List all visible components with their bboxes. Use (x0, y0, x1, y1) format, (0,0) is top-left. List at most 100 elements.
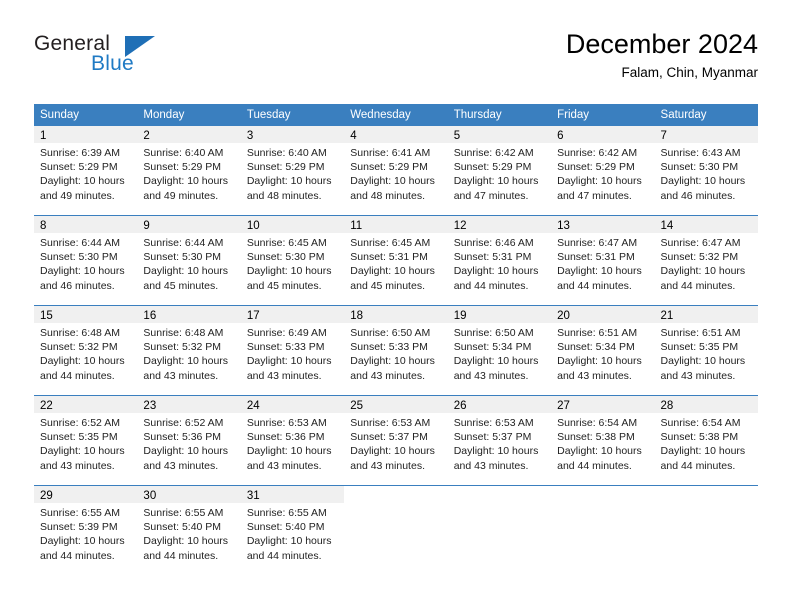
weekday-thursday: Thursday (453, 109, 502, 121)
sunrise-text: Sunrise: 6:55 AM (143, 507, 224, 519)
day-cell[interactable]: 28 Sunrise: 6:54 AM Sunset: 5:38 PM Dayl… (654, 396, 758, 485)
day-info: Sunrise: 6:53 AM Sunset: 5:36 PM Dayligh… (241, 413, 344, 473)
sunrise-text: Sunrise: 6:53 AM (453, 417, 534, 429)
day-number: 7 (660, 130, 667, 142)
day-info: Sunrise: 6:52 AM Sunset: 5:35 PM Dayligh… (34, 413, 137, 473)
page-subtitle: Falam, Chin, Myanmar (621, 65, 758, 80)
daylight-text-line1: Daylight: 10 hours (453, 355, 539, 368)
day-cell[interactable]: 21 Sunrise: 6:51 AM Sunset: 5:35 PM Dayl… (654, 306, 758, 395)
day-number-band: 10 (240, 216, 345, 233)
day-cell-empty (551, 486, 655, 575)
sunrise-text: Sunrise: 6:46 AM (453, 237, 534, 249)
sunset-text: Sunset: 5:31 PM (350, 251, 428, 264)
day-cell[interactable]: 22 Sunrise: 6:52 AM Sunset: 5:35 PM Dayl… (34, 396, 138, 485)
sunset-text: Sunset: 5:29 PM (246, 161, 325, 174)
day-info: Sunrise: 6:49 AM Sunset: 5:33 PM Dayligh… (241, 323, 344, 383)
logo-secondary-text: Blue (91, 52, 134, 75)
sunrise-text: Sunrise: 6:55 AM (246, 507, 327, 519)
day-cell[interactable]: 16 Sunrise: 6:48 AM Sunset: 5:32 PM Dayl… (137, 306, 241, 395)
sunrise-text: Sunrise: 6:53 AM (350, 417, 431, 429)
day-info: Sunrise: 6:55 AM Sunset: 5:40 PM Dayligh… (137, 503, 240, 563)
day-info: Sunrise: 6:48 AM Sunset: 5:32 PM Dayligh… (34, 323, 137, 383)
day-number-band: 15 (34, 306, 138, 323)
day-cell-empty (344, 486, 448, 575)
daylight-text-line2: and 44 minutes. (246, 549, 322, 562)
day-cell[interactable]: 23 Sunrise: 6:52 AM Sunset: 5:36 PM Dayl… (137, 396, 241, 485)
sunset-text: Sunset: 5:30 PM (40, 251, 118, 264)
day-cell[interactable]: 9 Sunrise: 6:44 AM Sunset: 5:30 PM Dayli… (137, 216, 241, 305)
day-cell[interactable]: 26 Sunrise: 6:53 AM Sunset: 5:37 PM Dayl… (447, 396, 552, 485)
day-cell[interactable]: 7 Sunrise: 6:43 AM Sunset: 5:30 PM Dayli… (654, 126, 758, 215)
day-cell[interactable]: 27 Sunrise: 6:54 AM Sunset: 5:38 PM Dayl… (551, 396, 655, 485)
sunrise-text: Sunrise: 6:41 AM (350, 147, 431, 159)
day-cell[interactable]: 17 Sunrise: 6:49 AM Sunset: 5:33 PM Dayl… (240, 306, 345, 395)
day-number: 20 (557, 310, 570, 322)
day-cell[interactable]: 12 Sunrise: 6:46 AM Sunset: 5:31 PM Dayl… (447, 216, 552, 305)
day-number-band: 2 (137, 126, 241, 143)
daylight-text-line1: Daylight: 10 hours (557, 175, 642, 188)
sunrise-text: Sunrise: 6:54 AM (660, 417, 741, 429)
day-info: Sunrise: 6:43 AM Sunset: 5:30 PM Dayligh… (655, 143, 758, 203)
day-cell[interactable]: 6 Sunrise: 6:42 AM Sunset: 5:29 PM Dayli… (551, 126, 655, 215)
daylight-text-line1: Daylight: 10 hours (557, 265, 642, 278)
sunrise-text: Sunrise: 6:52 AM (40, 417, 120, 429)
day-cell[interactable]: 19 Sunrise: 6:50 AM Sunset: 5:34 PM Dayl… (447, 306, 552, 395)
sunset-text: Sunset: 5:35 PM (660, 341, 739, 354)
day-number-band: 11 (344, 216, 448, 233)
day-cell[interactable]: 29 Sunrise: 6:55 AM Sunset: 5:39 PM Dayl… (34, 486, 138, 575)
day-cell[interactable]: 25 Sunrise: 6:53 AM Sunset: 5:37 PM Dayl… (344, 396, 448, 485)
day-cell[interactable]: 20 Sunrise: 6:51 AM Sunset: 5:34 PM Dayl… (551, 306, 655, 395)
week-row: 15 Sunrise: 6:48 AM Sunset: 5:32 PM Dayl… (34, 306, 758, 396)
sunset-text: Sunset: 5:40 PM (246, 521, 325, 534)
sunset-text: Sunset: 5:29 PM (143, 161, 222, 174)
day-number-band: 23 (137, 396, 241, 413)
daylight-text-line1: Daylight: 10 hours (246, 535, 332, 548)
day-info: Sunrise: 6:42 AM Sunset: 5:29 PM Dayligh… (448, 143, 551, 203)
weekday-sunday: Sunday (40, 109, 80, 121)
day-number: 3 (246, 130, 254, 142)
day-number: 30 (143, 490, 157, 502)
day-cell[interactable]: 11 Sunrise: 6:45 AM Sunset: 5:31 PM Dayl… (344, 216, 448, 305)
page-header: General Blue December 2024 Falam, Chin, … (34, 28, 758, 94)
daylight-text-line2: and 44 minutes. (557, 459, 632, 472)
day-cell[interactable]: 4 Sunrise: 6:41 AM Sunset: 5:29 PM Dayli… (344, 126, 448, 215)
day-info: Sunrise: 6:53 AM Sunset: 5:37 PM Dayligh… (344, 413, 447, 473)
day-cell[interactable]: 5 Sunrise: 6:42 AM Sunset: 5:29 PM Dayli… (447, 126, 552, 215)
day-number: 1 (40, 130, 47, 142)
day-cell[interactable]: 1 Sunrise: 6:39 AM Sunset: 5:29 PM Dayli… (34, 126, 138, 215)
daylight-text-line2: and 43 minutes. (143, 459, 219, 472)
sunset-text: Sunset: 5:32 PM (40, 341, 118, 354)
daylight-text-line1: Daylight: 10 hours (453, 445, 539, 458)
day-cell[interactable]: 2 Sunrise: 6:40 AM Sunset: 5:29 PM Dayli… (137, 126, 241, 215)
day-number-band: 31 (240, 486, 345, 503)
day-number: 5 (453, 130, 461, 142)
daylight-text-line2: and 49 minutes. (143, 189, 219, 202)
day-cell[interactable]: 31 Sunrise: 6:55 AM Sunset: 5:40 PM Dayl… (240, 486, 345, 575)
day-info: Sunrise: 6:40 AM Sunset: 5:29 PM Dayligh… (137, 143, 240, 203)
day-cell[interactable]: 8 Sunrise: 6:44 AM Sunset: 5:30 PM Dayli… (34, 216, 138, 305)
day-cell[interactable]: 15 Sunrise: 6:48 AM Sunset: 5:32 PM Dayl… (34, 306, 138, 395)
week-row: 1 Sunrise: 6:39 AM Sunset: 5:29 PM Dayli… (34, 126, 758, 216)
day-number: 22 (40, 400, 53, 412)
day-number-band: 17 (240, 306, 345, 323)
day-number: 18 (350, 310, 364, 322)
day-cell[interactable]: 14 Sunrise: 6:47 AM Sunset: 5:32 PM Dayl… (654, 216, 758, 305)
day-cell[interactable]: 18 Sunrise: 6:50 AM Sunset: 5:33 PM Dayl… (344, 306, 448, 395)
day-number: 23 (143, 400, 157, 412)
day-cell[interactable]: 3 Sunrise: 6:40 AM Sunset: 5:29 PM Dayli… (240, 126, 345, 215)
day-number: 21 (660, 310, 674, 322)
day-number: 2 (143, 130, 150, 142)
day-number: 13 (557, 220, 570, 232)
daylight-text-line1: Daylight: 10 hours (246, 445, 332, 458)
daylight-text-line1: Daylight: 10 hours (40, 445, 125, 458)
day-number-band: 6 (551, 126, 655, 143)
day-number-band: 14 (654, 216, 758, 233)
day-cell[interactable]: 13 Sunrise: 6:47 AM Sunset: 5:31 PM Dayl… (551, 216, 655, 305)
daylight-text-line2: and 48 minutes. (350, 189, 425, 202)
general-blue-logo: General Blue (34, 32, 264, 88)
day-cell[interactable]: 30 Sunrise: 6:55 AM Sunset: 5:40 PM Dayl… (137, 486, 241, 575)
day-cell[interactable]: 10 Sunrise: 6:45 AM Sunset: 5:30 PM Dayl… (240, 216, 345, 305)
day-cell[interactable]: 24 Sunrise: 6:53 AM Sunset: 5:36 PM Dayl… (240, 396, 345, 485)
day-number-band: 26 (447, 396, 552, 413)
day-number: 24 (246, 400, 260, 412)
